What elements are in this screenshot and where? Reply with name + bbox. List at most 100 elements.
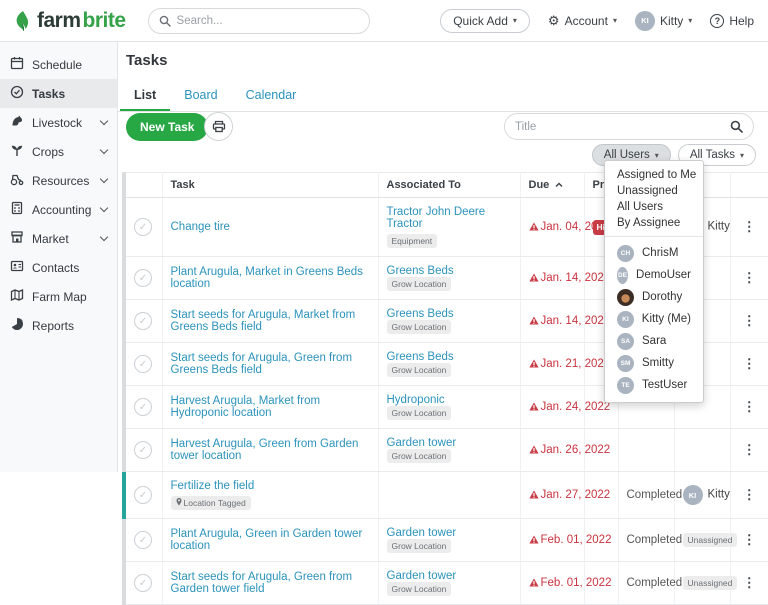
associated-link[interactable]: Greens Beds	[387, 308, 454, 320]
row-actions-kebab-icon[interactable]: ⋮	[743, 356, 756, 371]
associated-link[interactable]: Tractor John Deere Tractor	[387, 206, 486, 230]
task-link[interactable]: Plant Arugula, Market in Greens Beds loc…	[171, 266, 363, 290]
associated-type-badge: Grow Location	[387, 449, 452, 463]
dropdown-user-kitty-me[interactable]: KI Kitty (Me)	[605, 308, 703, 330]
sidebar-item-label: Accounting	[32, 203, 91, 217]
user-menu[interactable]: KI Kitty ▾	[635, 11, 692, 31]
check-icon: ✓	[139, 578, 147, 589]
associated-link[interactable]: Greens Beds	[387, 351, 454, 363]
row-actions-kebab-icon[interactable]: ⋮	[743, 399, 756, 414]
dropdown-user-testuser[interactable]: TE TestUser	[605, 374, 703, 396]
sidebar-item-contacts[interactable]: Contacts	[0, 253, 117, 282]
sidebar-item-resources[interactable]: Resources	[0, 166, 117, 195]
dropdown-option-unassigned[interactable]: Unassigned	[605, 183, 703, 199]
tasks-check-icon	[10, 85, 24, 102]
assignee-name: Smitty	[642, 357, 674, 369]
complete-task-checkbox[interactable]: ✓	[134, 486, 152, 504]
assignee-avatar: TE	[617, 377, 634, 394]
task-link[interactable]: Harvest Arugula, Market from Hydroponic …	[171, 395, 321, 419]
sidebar-item-livestock[interactable]: Livestock	[0, 108, 117, 137]
associated-link[interactable]: Hydroponic	[387, 394, 445, 406]
chevron-down-icon	[100, 204, 108, 212]
complete-task-checkbox[interactable]: ✓	[134, 574, 152, 592]
complete-task-checkbox[interactable]: ✓	[134, 355, 152, 373]
dropdown-divider	[605, 236, 703, 237]
assignee-avatar: SA	[617, 333, 634, 350]
associated-link[interactable]: Greens Beds	[387, 265, 454, 277]
dropdown-user-sara[interactable]: SA Sara	[605, 330, 703, 352]
due-date: Jan. 27, 2022	[520, 472, 584, 519]
print-button[interactable]	[204, 112, 233, 141]
account-menu[interactable]: ⚙ Account ▾	[548, 13, 617, 29]
dropdown-option-all-users[interactable]: All Users	[605, 199, 703, 215]
tab-calendar[interactable]: Calendar	[232, 82, 311, 111]
sidebar-item-crops[interactable]: Crops	[0, 137, 117, 166]
row-actions-kebab-icon[interactable]: ⋮	[743, 442, 756, 457]
header-associated[interactable]: Associated To	[378, 173, 520, 198]
dropdown-option-by-assignee[interactable]: By Assignee	[605, 215, 703, 231]
task-link[interactable]: Plant Arugula, Green in Garden tower loc…	[171, 528, 363, 552]
chevron-down-icon	[100, 175, 108, 183]
task-link[interactable]: Start seeds for Arugula, Green from Gard…	[171, 571, 353, 595]
task-link[interactable]: Harvest Arugula, Green from Garden tower…	[171, 438, 359, 462]
tab-board[interactable]: Board	[170, 82, 231, 111]
dropdown-user-dorothy[interactable]: Dorothy	[605, 286, 703, 308]
complete-task-checkbox[interactable]: ✓	[134, 531, 152, 549]
unassigned-badge: Unassigned	[683, 533, 738, 547]
status-cell: Completed	[618, 519, 674, 562]
contact-card-icon	[10, 259, 24, 276]
sidebar-item-label: Schedule	[32, 58, 82, 72]
due-date: Feb. 01, 2022	[520, 519, 584, 562]
sidebar-item-reports[interactable]: Reports	[0, 311, 117, 340]
complete-task-checkbox[interactable]: ✓	[134, 441, 152, 459]
header-task[interactable]: Task	[162, 173, 378, 198]
row-actions-kebab-icon[interactable]: ⋮	[743, 219, 756, 234]
complete-task-checkbox[interactable]: ✓	[134, 312, 152, 330]
complete-task-checkbox[interactable]: ✓	[134, 269, 152, 287]
row-actions-kebab-icon[interactable]: ⋮	[743, 313, 756, 328]
new-task-button[interactable]: New Task	[126, 113, 208, 141]
title-filter-input[interactable]	[515, 121, 730, 133]
leaf-icon	[14, 10, 32, 32]
complete-task-checkbox[interactable]: ✓	[134, 398, 152, 416]
sidebar-item-label: Tasks	[32, 87, 65, 101]
dropdown-option-assigned-to-me[interactable]: Assigned to Me	[605, 167, 703, 183]
dropdown-user-smitty[interactable]: SM Smitty	[605, 352, 703, 374]
row-actions-kebab-icon[interactable]: ⋮	[743, 487, 756, 502]
check-icon: ✓	[139, 273, 147, 284]
due-date: Jan. 26, 2022	[520, 429, 584, 472]
global-search-input[interactable]	[177, 15, 359, 27]
task-link[interactable]: Fertilize the field	[171, 480, 255, 492]
assignee-name: Dorothy	[642, 291, 682, 303]
global-search[interactable]	[148, 8, 370, 34]
help-link[interactable]: ? Help	[710, 14, 754, 28]
task-link[interactable]: Start seeds for Arugula, Market from Gre…	[171, 309, 356, 333]
dropdown-user-demouser[interactable]: DE DemoUser	[605, 264, 703, 286]
row-actions-kebab-icon[interactable]: ⋮	[743, 532, 756, 547]
task-link[interactable]: Change tire	[171, 221, 230, 233]
assigned-cell: KIKitty	[674, 472, 730, 519]
sidebar-item-market[interactable]: Market	[0, 224, 117, 253]
page-title: Tasks	[126, 52, 768, 69]
farmbrite-logo[interactable]: farmbrite	[14, 9, 126, 33]
associated-link[interactable]: Garden tower	[387, 570, 457, 582]
sidebar-item-label: Farm Map	[32, 290, 87, 304]
quick-add-button[interactable]: Quick Add ▾	[440, 9, 530, 33]
title-filter[interactable]	[504, 113, 754, 140]
complete-task-checkbox[interactable]: ✓	[134, 218, 152, 236]
sidebar-item-schedule[interactable]: Schedule	[0, 50, 117, 79]
sidebar-item-farm-map[interactable]: Farm Map	[0, 282, 117, 311]
dropdown-user-chrism[interactable]: CH ChrisM	[605, 242, 703, 264]
check-icon: ✓	[139, 316, 147, 327]
sidebar-item-accounting[interactable]: Accounting	[0, 195, 117, 224]
search-icon[interactable]	[730, 120, 743, 133]
header-due[interactable]: Due	[520, 173, 584, 198]
tab-list[interactable]: List	[120, 82, 170, 111]
associated-link[interactable]: Garden tower	[387, 437, 457, 449]
sidebar-item-tasks[interactable]: Tasks	[0, 79, 117, 108]
row-actions-kebab-icon[interactable]: ⋮	[743, 270, 756, 285]
table-row: ✓ Harvest Arugula, Green from Garden tow…	[124, 429, 768, 472]
task-link[interactable]: Start seeds for Arugula, Green from Gree…	[171, 352, 353, 376]
associated-link[interactable]: Garden tower	[387, 527, 457, 539]
row-actions-kebab-icon[interactable]: ⋮	[743, 575, 756, 590]
